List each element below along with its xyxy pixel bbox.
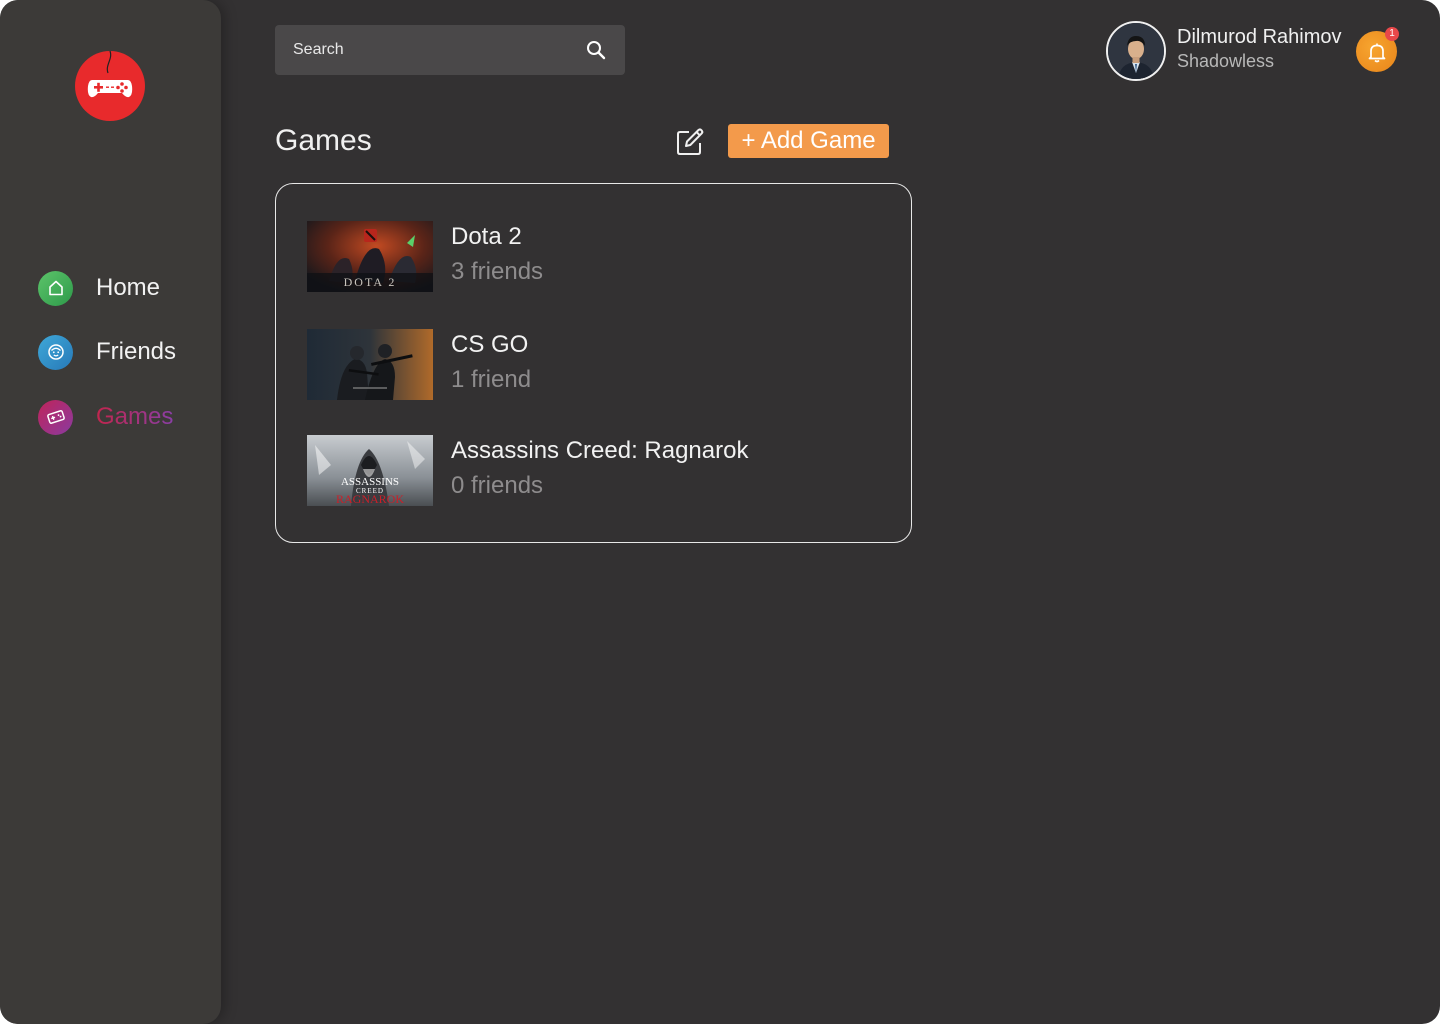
game-friend-count: 0 friends (451, 472, 544, 499)
avatar[interactable] (1106, 21, 1166, 81)
game-friend-count: 3 friends (451, 258, 544, 285)
list-item[interactable]: ASSASSINS CREED RAGNAROK Assassins Creed… (307, 435, 887, 507)
ac-thumb-text-3: RAGNAROK (336, 492, 404, 506)
sidebar-item-label: Friends (96, 338, 177, 365)
sidebar: Home Friends Games (0, 0, 221, 1024)
game-thumbnail: ASSASSINS CREED RAGNAROK (307, 435, 433, 506)
search-placeholder: Search (293, 41, 344, 58)
home-icon (38, 270, 73, 306)
games-list: DOTA 2 Dota 2 3 friends CS GO 1 friend A… (275, 183, 912, 543)
sidebar-item-home[interactable]: Home (38, 270, 160, 306)
game-thumbnail: DOTA 2 (307, 221, 433, 292)
edit-icon[interactable] (675, 127, 705, 157)
game-name: Dota 2 (451, 223, 522, 250)
ticket-icon (38, 399, 73, 435)
bell-icon (1368, 43, 1385, 62)
sidebar-item-games[interactable]: Games (38, 399, 173, 435)
sidebar-item-friends[interactable]: Friends (38, 334, 176, 370)
face-icon (38, 334, 73, 370)
sidebar-item-label: Games (96, 403, 174, 430)
game-name: Assassins Creed: Ragnarok (451, 437, 749, 464)
game-thumbnail (307, 329, 433, 400)
app-window: Home Friends Games Search Dilmurod Rahim… (0, 0, 1440, 1024)
list-item[interactable]: DOTA 2 Dota 2 3 friends (307, 221, 887, 293)
game-friend-count: 1 friend (451, 366, 532, 393)
page-title: Games (275, 124, 372, 157)
sidebar-item-label: Home (96, 274, 161, 301)
game-name: CS GO (451, 331, 529, 358)
dota-thumb-text: DOTA 2 (344, 275, 397, 289)
notification-badge: 1 (1385, 27, 1399, 41)
gamepad-logo-icon[interactable] (75, 51, 145, 121)
user-name: Dilmurod Rahimov (1177, 26, 1342, 48)
search-icon[interactable] (585, 39, 607, 61)
add-game-button[interactable]: + Add Game (728, 124, 889, 158)
search-input[interactable]: Search (275, 25, 625, 75)
list-item[interactable]: CS GO 1 friend (307, 329, 887, 401)
user-handle: Shadowless (1177, 51, 1275, 71)
